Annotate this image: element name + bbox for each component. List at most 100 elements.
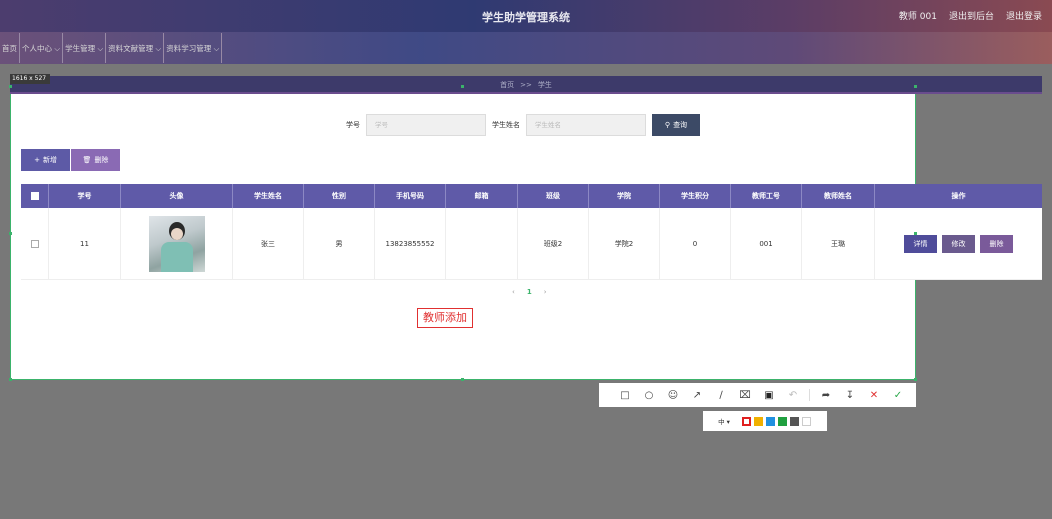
resize-handle[interactable] [461, 85, 464, 88]
col-class: 班级 [518, 184, 589, 208]
confirm-icon[interactable]: ✓ [886, 383, 910, 407]
mosaic-icon[interactable]: ⌧ [733, 383, 757, 407]
col-gender: 性别 [304, 184, 375, 208]
search-bar: 学号 学号 学生姓名 学生姓名 ⚲ 查询 [346, 114, 700, 136]
pagination: ‹ 1 › [512, 288, 547, 296]
arrow-icon[interactable]: ↗ [685, 383, 709, 407]
logout-link[interactable]: 退出登录 [1006, 9, 1042, 22]
user-area: 教师 001 退出到后台 退出登录 [899, 9, 1042, 22]
cell-teacher-name: 王璐 [802, 208, 875, 279]
cell-operations: 详情 修改 删除 [875, 208, 1042, 279]
nav-study-management[interactable]: 资料学习管理 ⌵ [164, 33, 223, 63]
col-student-id: 学号 [49, 184, 121, 208]
col-avatar: 头像 [121, 184, 233, 208]
cancel-icon[interactable]: ✕ [862, 383, 886, 407]
nav-literature-management[interactable]: 资料文献管理 ⌵ [106, 33, 165, 63]
app-title: 学生助学管理系统 [482, 11, 570, 24]
rect-icon[interactable]: □ [613, 383, 637, 407]
color-swatch-gray[interactable] [790, 416, 799, 426]
table-header: 学号 头像 学生姓名 性别 手机号码 邮箱 班级 学院 学生积分 教师工号 教师… [21, 184, 1042, 208]
toolbar-divider [809, 389, 810, 401]
row-checkbox[interactable] [30, 239, 39, 248]
detail-button[interactable]: 详情 [904, 234, 937, 253]
prev-page-icon[interactable]: ‹ [512, 288, 515, 296]
table-row: 11 张三 男 13823855552 班级2 学院2 0 001 王璐 详情 … [21, 208, 1042, 280]
row-delete-button[interactable]: 删除 [980, 234, 1013, 253]
page-current[interactable]: 1 [527, 288, 532, 296]
download-icon[interactable]: ↧ [838, 383, 862, 407]
nav-personal-center[interactable]: 个人中心 ⌵ [20, 33, 64, 63]
cell-gender: 男 [304, 208, 375, 279]
edit-button[interactable]: 修改 [942, 234, 975, 253]
query-button[interactable]: ⚲ 查询 [652, 114, 700, 136]
cell-student-name: 张三 [233, 208, 304, 279]
student-avatar [148, 215, 205, 272]
color-swatch-white[interactable] [802, 416, 811, 426]
color-swatch-red[interactable] [742, 416, 751, 426]
nav-home[interactable]: 首页 [0, 33, 20, 63]
emoji-icon[interactable]: ☺ [661, 383, 685, 407]
resize-handle[interactable] [9, 378, 12, 381]
student-table: 学号 头像 学生姓名 性别 手机号码 邮箱 班级 学院 学生积分 教师工号 教师… [21, 184, 1042, 280]
cell-student-id: 11 [49, 208, 121, 279]
cell-points: 0 [660, 208, 731, 279]
action-buttons: + 新增 🗑 删除 [21, 149, 120, 171]
cell-email [446, 208, 518, 279]
col-teacher-id: 教师工号 [731, 184, 802, 208]
col-points: 学生积分 [660, 184, 731, 208]
student-name-input[interactable]: 学生姓名 [526, 114, 646, 136]
top-header: 学生助学管理系统 教师 001 退出到后台 退出登录 [0, 0, 1052, 32]
color-swatch-blue[interactable] [766, 416, 775, 426]
col-phone: 手机号码 [375, 184, 446, 208]
resize-handle[interactable] [9, 85, 12, 88]
cell-avatar [121, 208, 233, 279]
resize-handle[interactable] [914, 85, 917, 88]
query-button-label: 查询 [673, 121, 688, 129]
resize-handle[interactable] [461, 378, 464, 381]
breadcrumb-home[interactable]: 首页 [500, 81, 514, 89]
delete-button-label: 删除 [94, 156, 109, 164]
resize-handle[interactable] [914, 378, 917, 381]
breadcrumb-separator: >> [520, 81, 532, 89]
next-page-icon[interactable]: › [544, 288, 547, 296]
ellipse-icon[interactable]: ○ [637, 383, 661, 407]
trash-icon: 🗑 [82, 156, 92, 164]
breadcrumb-current: 学生 [537, 81, 552, 89]
add-button[interactable]: + 新增 [21, 149, 70, 171]
nav-student-management[interactable]: 学生管理 ⌵ [63, 33, 107, 63]
student-id-input[interactable]: 学号 [366, 114, 486, 136]
student-name-label: 学生姓名 [492, 121, 520, 129]
line-icon[interactable]: ∕ [709, 383, 733, 407]
annotation-text-box[interactable]: 教师添加 [417, 308, 473, 328]
share-icon[interactable]: ➦ [814, 383, 838, 407]
backend-link[interactable]: 退出到后台 [949, 9, 994, 22]
add-button-label: 新增 [42, 156, 57, 164]
breadcrumb-bar: 首页 >> 学生 [10, 76, 1042, 94]
font-size-select[interactable]: 中 ▾ [709, 414, 739, 428]
search-icon: ⚲ [664, 121, 671, 129]
select-all-checkbox[interactable] [30, 192, 39, 200]
breadcrumb: 首页 >> 学生 [10, 80, 1042, 90]
undo-icon[interactable]: ↶ [781, 383, 805, 407]
user-label: 教师 001 [898, 12, 937, 22]
col-college: 学院 [589, 184, 660, 208]
main-nav: 首页 个人中心 ⌵ 学生管理 ⌵ 资料文献管理 ⌵ 资料学习管理 ⌵ [0, 32, 1052, 64]
capture-toolbar: □ ○ ☺ ↗ ∕ ⌧ ▣ ↶ ➦ ↧ ✕ ✓ [599, 383, 916, 407]
cell-phone: 13823855552 [375, 208, 446, 279]
col-student-name: 学生姓名 [233, 184, 304, 208]
resize-handle[interactable] [9, 232, 12, 235]
color-swatch-green[interactable] [778, 416, 787, 426]
col-email: 邮箱 [446, 184, 518, 208]
delete-button[interactable]: 🗑 删除 [71, 149, 120, 171]
cell-class: 班级2 [518, 208, 589, 279]
resize-handle[interactable] [914, 232, 917, 235]
text-icon[interactable]: ▣ [757, 383, 781, 407]
col-teacher-name: 教师姓名 [802, 184, 875, 208]
row-select[interactable] [21, 208, 49, 279]
header-select-all[interactable] [21, 184, 49, 208]
color-swatch-yellow[interactable] [754, 416, 763, 426]
col-operations: 操作 [951, 192, 966, 200]
plus-icon: + [34, 156, 40, 164]
annotation-style-bar: 中 ▾ [703, 411, 827, 431]
student-id-label: 学号 [346, 121, 360, 129]
